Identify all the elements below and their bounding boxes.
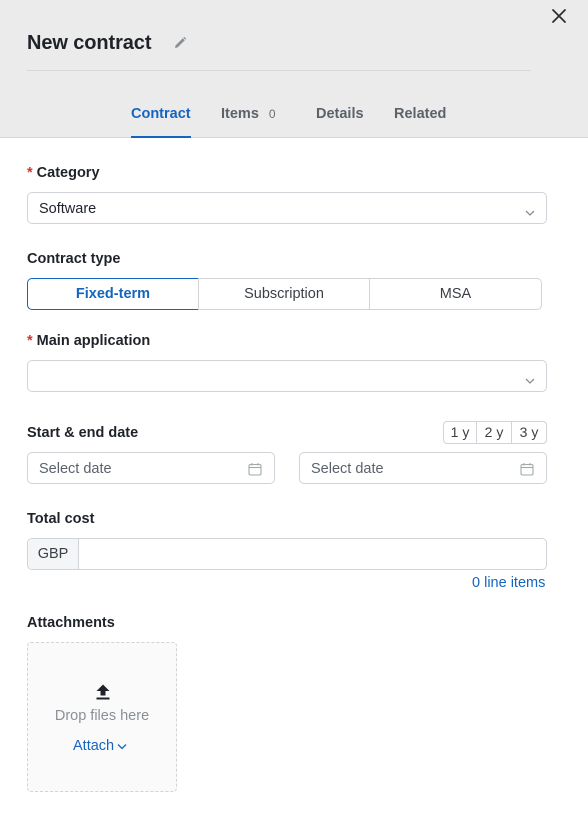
attach-button[interactable]: Attach bbox=[73, 738, 127, 754]
category-value: Software bbox=[39, 201, 97, 217]
upload-icon bbox=[94, 683, 112, 701]
total-cost-field: GBP bbox=[27, 538, 547, 570]
pencil-icon[interactable] bbox=[172, 35, 188, 51]
close-icon[interactable] bbox=[548, 5, 570, 27]
tab-contract[interactable]: Contract bbox=[131, 106, 191, 138]
date-range-label: Start & end date bbox=[27, 425, 139, 441]
end-date-input[interactable]: Select date bbox=[299, 452, 547, 484]
page-title: New contract bbox=[27, 32, 152, 54]
total-cost-input[interactable] bbox=[80, 539, 546, 569]
tab-details[interactable]: Details bbox=[316, 106, 364, 138]
contract-type-subscription[interactable]: Subscription bbox=[198, 278, 370, 310]
category-label: * Category bbox=[27, 165, 100, 181]
line-items-link[interactable]: 0 line items bbox=[472, 575, 545, 591]
required-marker: * bbox=[27, 165, 33, 181]
file-drop-zone[interactable]: Drop files here Attach bbox=[27, 642, 177, 792]
main-application-select[interactable] bbox=[27, 360, 547, 392]
tab-related[interactable]: Related bbox=[394, 106, 446, 138]
required-marker: * bbox=[27, 333, 33, 349]
chevron-down-icon bbox=[117, 743, 127, 750]
preset-3-year-button[interactable]: 3 y bbox=[511, 421, 547, 444]
items-count-badge: 0 bbox=[268, 107, 276, 121]
contract-type-msa[interactable]: MSA bbox=[369, 278, 542, 310]
tab-items[interactable]: Items 0 bbox=[221, 106, 276, 138]
main-application-label: * Main application bbox=[27, 333, 151, 349]
drop-files-text: Drop files here bbox=[54, 708, 150, 724]
start-date-input[interactable]: Select date bbox=[27, 452, 275, 484]
total-cost-label: Total cost bbox=[27, 511, 95, 527]
end-date-placeholder: Select date bbox=[311, 461, 384, 477]
category-select[interactable]: Software bbox=[27, 192, 547, 224]
currency-prefix: GBP bbox=[28, 539, 79, 569]
preset-2-year-button[interactable]: 2 y bbox=[476, 421, 512, 444]
preset-1-year-button[interactable]: 1 y bbox=[443, 421, 477, 444]
chevron-down-icon bbox=[525, 204, 535, 216]
title-divider bbox=[27, 70, 531, 71]
chevron-down-icon bbox=[525, 372, 535, 384]
calendar-icon bbox=[248, 462, 262, 476]
calendar-icon bbox=[520, 462, 534, 476]
attachments-label: Attachments bbox=[27, 615, 115, 631]
contract-type-label: Contract type bbox=[27, 251, 121, 267]
contract-type-fixed-term[interactable]: Fixed-term bbox=[27, 278, 199, 310]
modal-header: New contract Contract Items 0 Details Rel… bbox=[0, 0, 588, 138]
start-date-placeholder: Select date bbox=[39, 461, 112, 477]
